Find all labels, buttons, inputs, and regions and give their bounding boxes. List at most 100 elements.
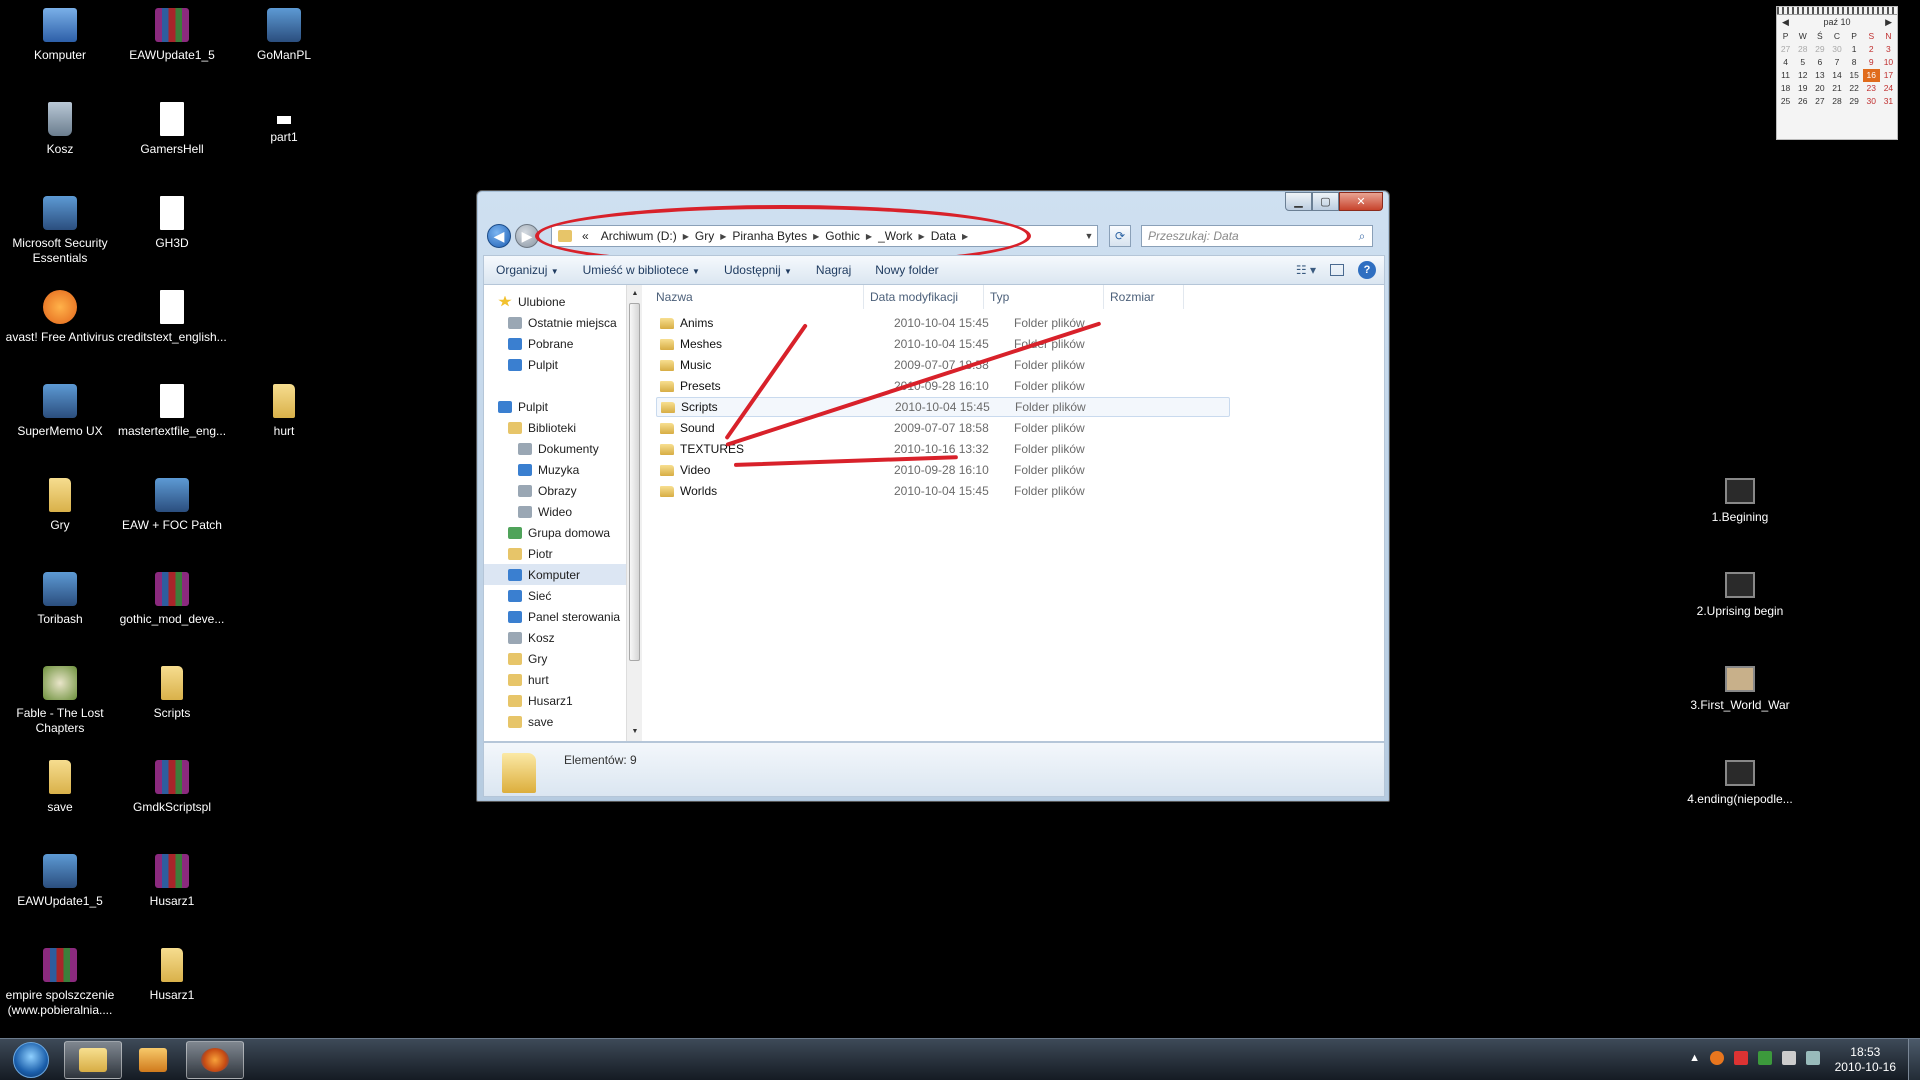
calendar-gadget[interactable]: ◀ paź 10 ▶ PWŚCPSN 27 28 29 30 1 2 3 4 5 6 7 8 9 10 11… <box>1776 6 1898 140</box>
calendar-day[interactable]: 27 <box>1777 43 1794 56</box>
file-row[interactable]: Meshes 2010-10-04 15:45 Folder plików <box>656 334 1230 354</box>
calendar-day[interactable]: 17 <box>1880 69 1897 82</box>
desktop-icon[interactable]: GmdkScriptspl <box>116 760 228 815</box>
file-row[interactable]: Anims 2010-10-04 15:45 Folder plików <box>656 313 1230 333</box>
network-icon[interactable] <box>1806 1051 1820 1065</box>
calendar-day[interactable]: 18 <box>1777 82 1794 95</box>
calendar-day[interactable]: 25 <box>1777 95 1794 108</box>
calendar-day[interactable]: 31 <box>1880 95 1897 108</box>
desktop-icon[interactable]: EAWUpdate1_5 <box>4 854 116 909</box>
include-in-library-menu[interactable]: Umieść w bibliotece ▼ <box>571 263 712 277</box>
calendar-prev-icon[interactable]: ◀ <box>1782 17 1789 28</box>
nav-item[interactable]: Pulpit <box>484 354 626 375</box>
desktop-icon[interactable]: avast! Free Antivirus <box>4 290 116 345</box>
desktop-icon[interactable]: 4.ending(niepodle... <box>1684 760 1796 807</box>
desktop-icon[interactable]: SuperMemo UX <box>4 384 116 439</box>
calendar-day[interactable]: 28 <box>1828 95 1845 108</box>
calendar-day[interactable]: 29 <box>1811 43 1828 56</box>
calendar-day[interactable]: 29 <box>1846 95 1863 108</box>
speaker-mute-icon[interactable] <box>1734 1051 1748 1065</box>
desktop-icon[interactable]: Toribash <box>4 572 116 627</box>
desktop-icon[interactable]: hurt <box>228 384 340 439</box>
nav-item[interactable]: Wideo <box>484 501 626 522</box>
nav-item[interactable]: Husarz1 <box>484 690 626 711</box>
minimize-button[interactable]: ▁ <box>1285 192 1312 211</box>
desktop-icon[interactable]: Husarz1 <box>116 854 228 909</box>
desktop-icon[interactable]: GH3D <box>116 196 228 251</box>
desktop-icon[interactable]: Microsoft Security Essentials <box>4 196 116 266</box>
nav-item[interactable]: Grupa domowa <box>484 522 626 543</box>
nav-item[interactable]: Pulpit <box>484 396 626 417</box>
calendar-day[interactable]: 7 <box>1828 56 1845 69</box>
search-input[interactable]: Przeszukaj: Data ⌕ <box>1141 225 1373 247</box>
taskbar-media-player-button[interactable] <box>124 1041 182 1079</box>
file-row[interactable]: Video 2010-09-28 16:10 Folder plików <box>656 460 1230 480</box>
help-icon[interactable]: ? <box>1358 261 1376 279</box>
desktop-icon[interactable]: Fable - The Lost Chapters <box>4 666 116 736</box>
calendar-day[interactable]: 20 <box>1811 82 1828 95</box>
breadcrumb-item[interactable]: Piranha Bytes <box>726 229 813 243</box>
desktop-icon[interactable]: empire spolszczenie (www.pobieralnia.... <box>4 948 116 1018</box>
nav-item[interactable]: Muzyka <box>484 459 626 480</box>
calendar-day[interactable]: 11 <box>1777 69 1794 82</box>
nav-item[interactable]: Kosz <box>484 627 626 648</box>
calendar-day[interactable]: 15 <box>1846 69 1863 82</box>
nav-item[interactable]: Piotr <box>484 543 626 564</box>
desktop-icon[interactable]: GamersHell <box>116 102 228 157</box>
desktop-icon[interactable]: 1.Begining <box>1684 478 1796 525</box>
desktop-icon[interactable]: creditstext_english... <box>116 290 228 345</box>
scroll-thumb[interactable] <box>629 303 640 661</box>
calendar-day[interactable]: 28 <box>1794 43 1811 56</box>
show-hidden-icons-icon[interactable]: ▲ <box>1689 1052 1700 1064</box>
new-folder-button[interactable]: Nowy folder <box>863 263 950 277</box>
desktop-icon[interactable]: Scripts <box>116 666 228 721</box>
calendar-day[interactable]: 12 <box>1794 69 1811 82</box>
desktop-icon[interactable]: Kosz <box>4 102 116 157</box>
nav-item[interactable]: Ulubione <box>484 291 626 312</box>
breadcrumb-separator-icon[interactable]: ▶ <box>962 232 968 241</box>
preview-pane-icon[interactable] <box>1330 264 1344 276</box>
calendar-day[interactable]: 30 <box>1828 43 1845 56</box>
nav-item[interactable]: Dokumenty <box>484 438 626 459</box>
calendar-day[interactable]: 10 <box>1880 56 1897 69</box>
column-header[interactable]: Data modyfikacji <box>864 285 984 309</box>
scroll-up-icon[interactable]: ▲ <box>627 287 643 301</box>
calendar-day[interactable]: 30 <box>1863 95 1880 108</box>
breadcrumb-item[interactable]: Archiwum (D:) <box>595 229 683 243</box>
desktop-icon[interactable]: mastertextfile_eng... <box>116 384 228 439</box>
nav-item[interactable]: save <box>484 711 626 732</box>
file-row[interactable]: TEXTURES 2010-10-16 13:32 Folder plików <box>656 439 1230 459</box>
share-menu[interactable]: Udostępnij ▼ <box>712 263 804 277</box>
organize-menu[interactable]: Organizuj ▼ <box>484 263 571 277</box>
desktop-icon[interactable]: GoManPL <box>228 8 340 63</box>
breadcrumb-item[interactable]: Gothic <box>819 229 866 243</box>
file-row[interactable]: Music 2009-07-07 18:58 Folder plików <box>656 355 1230 375</box>
burn-button[interactable]: Nagraj <box>804 263 863 277</box>
nav-item[interactable]: Biblioteki <box>484 417 626 438</box>
breadcrumb-item[interactable]: _Work <box>872 229 918 243</box>
desktop-icon[interactable]: Komputer <box>4 8 116 63</box>
desktop-icon[interactable]: EAW + FOC Patch <box>116 478 228 533</box>
calendar-day[interactable]: 14 <box>1828 69 1845 82</box>
calendar-day[interactable]: 4 <box>1777 56 1794 69</box>
desktop-icon[interactable]: save <box>4 760 116 815</box>
start-button[interactable] <box>6 1041 56 1079</box>
scroll-down-icon[interactable]: ▼ <box>627 725 643 739</box>
clock[interactable]: 18:53 2010-10-16 <box>1835 1045 1896 1075</box>
calendar-day[interactable]: 21 <box>1828 82 1845 95</box>
calendar-day[interactable]: 9 <box>1863 56 1880 69</box>
explorer-window[interactable]: ▁ ▢ ✕ ◀ ▶ « Archiwum (D:) ▶ Gry ▶ Piranha By… <box>476 190 1390 802</box>
volume-icon[interactable] <box>1782 1051 1796 1065</box>
avast-tray-icon[interactable] <box>1710 1051 1724 1065</box>
search-icon[interactable]: ⌕ <box>1352 229 1372 244</box>
calendar-day[interactable]: 26 <box>1794 95 1811 108</box>
show-desktop-button[interactable] <box>1908 1039 1920 1080</box>
nav-item[interactable]: Obrazy <box>484 480 626 501</box>
column-header[interactable]: Rozmiar <box>1104 285 1184 309</box>
calendar-day[interactable]: 5 <box>1794 56 1811 69</box>
calendar-day[interactable]: 6 <box>1811 56 1828 69</box>
breadcrumb-item[interactable]: Data <box>925 229 962 243</box>
calendar-day[interactable]: 16 <box>1862 69 1880 82</box>
taskbar-firefox-button[interactable] <box>186 1041 244 1079</box>
calendar-day[interactable]: 23 <box>1863 82 1880 95</box>
